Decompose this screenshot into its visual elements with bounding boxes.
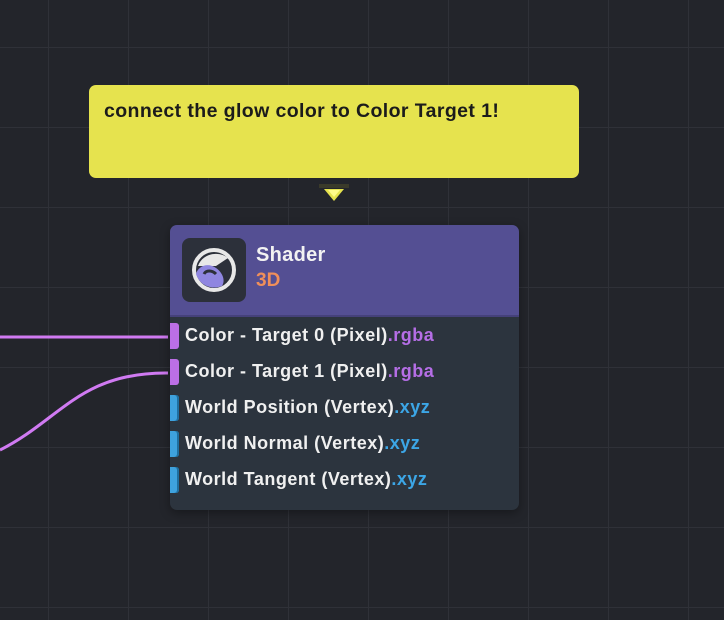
node-subtitle: 3D xyxy=(256,270,281,291)
port-swizzle: .xyz xyxy=(391,469,428,489)
port-world-tangent[interactable]: World Tangent (Vertex).xyz xyxy=(170,466,519,494)
port-label: Color - Target 1 (Pixel).rgba xyxy=(185,361,435,381)
comment-pin-arrow-icon[interactable] xyxy=(319,184,349,204)
shader-sphere-icon xyxy=(182,238,246,302)
port-label: World Position (Vertex).xyz xyxy=(185,397,431,417)
port-world-position[interactable]: World Position (Vertex).xyz xyxy=(170,394,519,422)
wire-color-target-1[interactable] xyxy=(0,371,169,452)
port-swizzle: .rgba xyxy=(387,361,435,381)
input-socket[interactable] xyxy=(170,395,179,421)
port-label: Color - Target 0 (Pixel).rgba xyxy=(185,325,435,345)
node-title: Shader xyxy=(256,244,326,266)
input-socket[interactable] xyxy=(170,359,179,385)
port-label: World Tangent (Vertex).xyz xyxy=(185,469,428,489)
port-swizzle: .xyz xyxy=(384,433,421,453)
input-socket[interactable] xyxy=(170,431,179,457)
shader-node[interactable]: Shader 3D Color - Target 0 (Pixel).rgba … xyxy=(170,225,519,510)
input-socket[interactable] xyxy=(170,467,179,493)
comment-note[interactable]: connect the glow color to Color Target 1… xyxy=(89,85,579,178)
port-label: World Normal (Vertex).xyz xyxy=(185,433,421,453)
port-color-target-1[interactable]: Color - Target 1 (Pixel).rgba xyxy=(170,358,519,386)
comment-text: connect the glow color to Color Target 1… xyxy=(104,100,500,122)
node-header[interactable]: Shader 3D xyxy=(170,225,519,317)
input-socket[interactable] xyxy=(170,323,179,349)
port-swizzle: .xyz xyxy=(394,397,431,417)
port-swizzle: .rgba xyxy=(387,325,435,345)
port-color-target-0[interactable]: Color - Target 0 (Pixel).rgba xyxy=(170,322,519,350)
port-world-normal[interactable]: World Normal (Vertex).xyz xyxy=(170,430,519,458)
